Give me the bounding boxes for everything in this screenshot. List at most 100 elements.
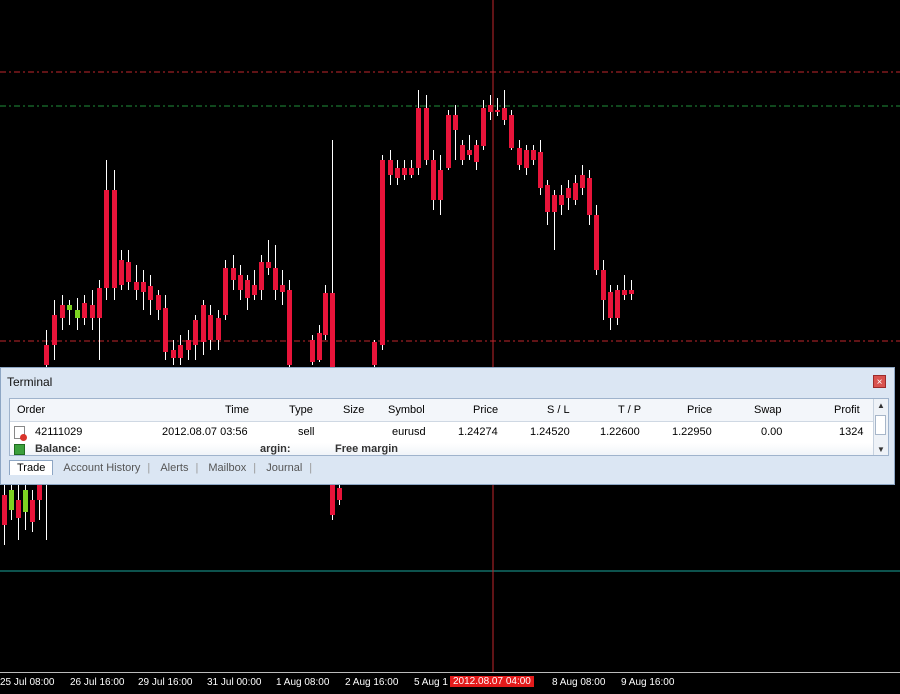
bear-candle[interactable] [266,240,271,275]
bear-candle[interactable] [82,295,87,325]
bear-candle[interactable] [566,180,571,210]
bear-candle[interactable] [134,265,139,300]
tab-journal[interactable]: Journal [259,461,309,475]
bear-candle[interactable] [126,250,131,290]
bear-candle[interactable] [280,270,285,305]
bear-candle[interactable] [608,285,613,330]
bear-candle[interactable] [245,275,250,310]
bear-candle[interactable] [97,280,102,360]
bear-candle[interactable] [60,295,65,330]
bear-candle[interactable] [416,90,421,175]
bear-candle[interactable] [310,335,315,365]
bull-candle[interactable] [75,298,80,330]
bear-candle[interactable] [259,255,264,300]
bear-candle[interactable] [380,155,385,350]
bear-candle[interactable] [208,305,213,350]
bear-candle[interactable] [238,265,243,300]
bear-candle[interactable] [163,295,168,360]
bear-candle[interactable] [446,110,451,170]
bear-candle[interactable] [467,135,472,160]
bear-candle[interactable] [30,490,35,532]
bear-candle[interactable] [431,150,436,210]
bear-candle[interactable] [524,145,529,175]
bear-candle[interactable] [531,145,536,165]
bull-candle[interactable] [9,480,14,520]
bear-candle[interactable] [573,175,578,205]
bear-candle[interactable] [629,280,634,300]
bear-candle[interactable] [402,160,407,180]
tab-trade[interactable]: Trade [9,460,54,475]
bear-candle[interactable] [559,185,564,215]
bear-candle[interactable] [16,485,21,540]
bear-candle[interactable] [545,180,550,225]
close-icon[interactable]: × [873,375,886,388]
tab-alerts[interactable]: Alerts [153,461,195,475]
bear-candle[interactable] [622,275,627,300]
bear-candle[interactable] [90,290,95,330]
bear-candle[interactable] [52,300,57,360]
bear-candle[interactable] [193,315,198,360]
bear-candle[interactable] [601,260,606,320]
col-sl[interactable]: S / L [547,404,570,416]
bear-candle[interactable] [178,335,183,365]
bear-candle[interactable] [409,160,414,178]
bear-candle[interactable] [186,330,191,360]
bear-candle[interactable] [395,160,400,185]
price-chart[interactable] [0,0,900,693]
bear-candle[interactable] [481,100,486,150]
bear-candle[interactable] [438,155,443,215]
order-row[interactable]: 42111029 2012.08.07 03:56 sell eurusd 1.… [10,423,874,443]
scroll-thumb[interactable] [875,415,886,435]
col-price[interactable]: Price [473,404,498,416]
scroll-up-arrow-icon[interactable]: ▲ [874,401,888,410]
bear-candle[interactable] [587,170,592,225]
bear-candle[interactable] [502,90,507,125]
col-current-price[interactable]: Price [687,404,712,416]
bull-candle[interactable] [67,300,72,325]
col-symbol[interactable]: Symbol [388,404,425,416]
bear-candle[interactable] [495,98,500,116]
table-scrollbar[interactable]: ▲ ▼ [873,399,888,455]
bear-candle[interactable] [388,150,393,185]
bear-candle[interactable] [538,140,543,195]
tab-mailbox[interactable]: Mailbox [201,461,253,475]
bear-candle[interactable] [171,340,176,365]
col-swap[interactable]: Swap [754,404,782,416]
bear-candle[interactable] [474,140,479,170]
col-time[interactable]: Time [225,404,249,416]
bear-candle[interactable] [317,325,322,362]
bear-candle[interactable] [104,160,109,300]
bear-candle[interactable] [552,190,557,250]
bear-candle[interactable] [594,205,599,275]
bear-candle[interactable] [615,285,620,325]
col-tp[interactable]: T / P [618,404,641,416]
col-order[interactable]: Order [17,404,45,416]
bear-candle[interactable] [112,170,117,300]
bear-candle[interactable] [216,310,221,350]
bear-candle[interactable] [148,275,153,315]
bear-candle[interactable] [517,140,522,170]
bear-candle[interactable] [460,140,465,165]
bear-candle[interactable] [223,260,228,320]
bear-candle[interactable] [156,290,161,320]
candle-body [126,262,131,282]
bear-candle[interactable] [252,270,257,300]
bear-candle[interactable] [287,280,292,372]
col-type[interactable]: Type [289,404,313,416]
bear-candle[interactable] [453,105,458,160]
bear-candle[interactable] [231,255,236,290]
bear-candle[interactable] [323,285,328,340]
bear-candle[interactable] [372,340,377,370]
bear-candle[interactable] [580,165,585,195]
bear-candle[interactable] [141,270,146,310]
col-profit[interactable]: Profit [834,404,860,416]
bear-candle[interactable] [119,250,124,290]
bear-candle[interactable] [488,95,493,120]
bull-candle[interactable] [23,480,28,530]
scroll-down-arrow-icon[interactable]: ▼ [874,445,888,454]
bear-candle[interactable] [201,300,206,355]
bear-candle[interactable] [273,245,278,300]
bear-candle[interactable] [509,110,514,150]
col-size[interactable]: Size [343,404,364,416]
tab-account-history[interactable]: Account History [56,461,147,475]
